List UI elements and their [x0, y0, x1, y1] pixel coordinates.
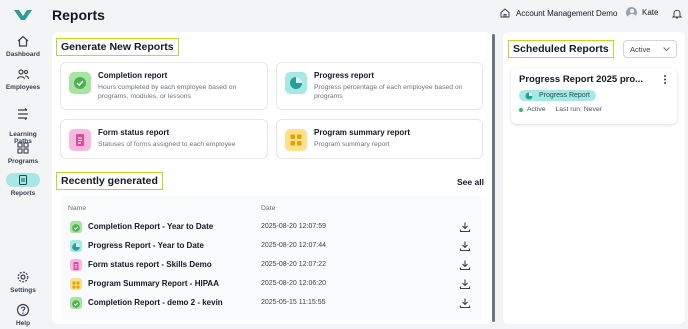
report-date: 2025-08-20 12:07:22 [261, 261, 326, 268]
form-icon [70, 259, 82, 271]
sidebar-item-employees[interactable]: Employees [0, 67, 46, 91]
generate-section-title: Generate New Reports [56, 38, 179, 56]
check-icon [74, 77, 86, 89]
gear-icon [17, 271, 29, 283]
report-name: Form status report - Skills Demo [88, 260, 212, 269]
sidebar-item-label: Reports [10, 190, 36, 197]
see-all-link[interactable]: See all [457, 177, 484, 187]
download-icon[interactable] [459, 259, 471, 271]
table-row[interactable]: Program Summary Report - HIPAA 2025-08-2… [62, 275, 482, 294]
paths-icon [18, 108, 28, 120]
card-title: Completion report [98, 71, 168, 80]
status-filter-dropdown[interactable]: Active [623, 40, 677, 58]
organization-name: Account Management Demo [516, 8, 618, 18]
card-title: Progress report [314, 71, 375, 80]
sidebar-item-help[interactable]: Help [0, 303, 46, 327]
grid-icon [290, 134, 302, 146]
download-icon[interactable] [459, 297, 471, 309]
report-date: 2025-08-20 12:07:59 [261, 223, 326, 230]
chevron-down-icon [663, 47, 670, 52]
organization-switcher[interactable]: Account Management Demo [500, 8, 617, 18]
help-icon [16, 303, 30, 317]
avatar [626, 7, 637, 18]
check-icon [70, 221, 82, 233]
progress-report-card[interactable]: Progress report Progress percentage of e… [276, 62, 483, 110]
last-run-text: Last run: Never [555, 106, 602, 113]
scheduled-report-card[interactable]: Progress Report 2025 pro... Progress Rep… [511, 68, 677, 124]
report-date: 2025-05-15 11:15:55 [261, 299, 326, 306]
recent-reports-table: Name Date Completion Report - Year to Da… [62, 196, 482, 320]
recent-section-title: Recently generated [56, 172, 163, 190]
form-status-report-card[interactable]: Form status report Statuses of forms ass… [60, 119, 268, 159]
card-title: Form status report [98, 128, 170, 137]
scheduled-report-title: Progress Report 2025 pro... [519, 74, 644, 85]
check-icon [70, 297, 82, 309]
completion-report-card[interactable]: Completion report Hours completed by eac… [60, 62, 268, 110]
sidebar-item-label: Employees [5, 84, 41, 91]
status-dot [519, 107, 523, 112]
report-name: Program Summary Report - HIPAA [88, 279, 219, 288]
sidebar-item-programs[interactable]: Programs [0, 141, 46, 165]
home-icon [17, 35, 29, 47]
status-text: Active [527, 106, 546, 113]
sidebar-item-reports[interactable]: Reports [0, 173, 46, 197]
pie-icon [70, 240, 82, 252]
bell-icon[interactable] [672, 8, 682, 19]
card-description: Program summary report [314, 141, 390, 148]
card-description: Hours completed by each employee based o… [98, 84, 237, 100]
users-icon [16, 69, 30, 80]
report-date: 2025-08-20 12:07:44 [261, 242, 326, 249]
grid-icon [70, 278, 82, 290]
sidebar-item-dashboard[interactable]: Dashboard [0, 34, 46, 58]
logo-icon[interactable] [14, 8, 32, 20]
scheduled-section-title: Scheduled Reports [508, 40, 614, 58]
sidebar-item-label: Help [15, 320, 31, 327]
pie-icon [290, 77, 302, 89]
download-icon[interactable] [459, 221, 471, 233]
table-row[interactable]: Progress Report - Year to Date 2025-08-2… [62, 237, 482, 256]
form-icon [76, 134, 84, 146]
completion-report-icon [69, 72, 91, 94]
report-name: Completion Report - demo 2 - kevin [88, 298, 223, 307]
report-type-badge: Progress Report [519, 90, 596, 101]
user-menu[interactable]: Kate [626, 7, 658, 18]
program-summary-report-icon [285, 129, 307, 151]
table-row[interactable]: Form status report - Skills Demo 2025-08… [62, 256, 482, 275]
table-row[interactable]: Completion Report - Year to Date 2025-08… [62, 218, 482, 237]
download-icon[interactable] [459, 278, 471, 290]
report-name: Progress Report - Year to Date [88, 241, 204, 250]
sidebar-item-label: Settings [10, 287, 36, 294]
schedule-status: Active Last run: Never [519, 106, 602, 113]
badge-label: Progress Report [539, 92, 590, 99]
grid-icon [17, 142, 29, 154]
progress-report-icon [285, 72, 307, 94]
more-options-icon[interactable] [661, 74, 669, 85]
top-bar: Reports Account Management Demo Kate [46, 0, 688, 32]
scheduled-panel: Scheduled Reports Active Progress Report… [503, 32, 685, 324]
page-title: Reports [52, 7, 105, 23]
report-date: 2025-08-20 12:06:20 [261, 280, 326, 287]
pie-icon [525, 92, 533, 99]
report-icon [19, 175, 27, 185]
sidebar-item-label: Programs [7, 158, 39, 165]
card-description: Statuses of forms assigned to each emplo… [98, 141, 236, 148]
program-summary-report-card[interactable]: Program summary report Program summary r… [276, 119, 483, 159]
column-header-name: Name [68, 205, 87, 212]
table-row[interactable]: Completion Report - demo 2 - kevin 2025-… [62, 294, 482, 313]
download-icon[interactable] [459, 240, 471, 252]
column-header-date: Date [261, 205, 276, 212]
card-title: Program summary report [314, 128, 411, 137]
card-description: Progress percentage of each employee bas… [314, 84, 463, 100]
active-indicator [6, 173, 40, 187]
sidebar: Dashboard Employees Learning Paths Progr… [0, 0, 46, 329]
building-icon [500, 8, 510, 18]
status-filter-value: Active [630, 45, 651, 54]
sidebar-item-settings[interactable]: Settings [0, 270, 46, 294]
form-status-report-icon [69, 129, 91, 151]
user-name: Kate [642, 8, 659, 17]
sidebar-item-label: Dashboard [6, 51, 40, 58]
report-name: Completion Report - Year to Date [88, 222, 214, 231]
sidebar-item-learning-paths[interactable]: Learning Paths [0, 100, 46, 145]
scrollbar[interactable] [492, 34, 495, 322]
